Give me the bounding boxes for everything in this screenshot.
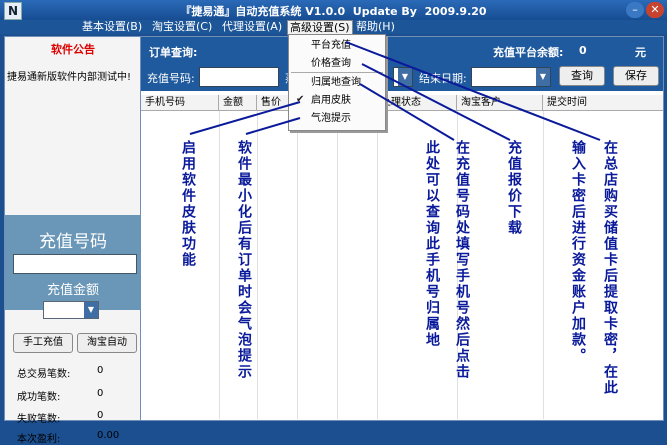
annotation-location-query: 此处可以查询此手机号归属地	[424, 140, 440, 348]
annotation-buy-card: 在总店购买储值卡后提取卡密，在此	[602, 140, 618, 396]
arrow-platform-recharge	[345, 41, 601, 141]
annotation-bubble-tip: 软件最小化后有订单时会气泡提示	[236, 140, 252, 380]
arrow-location-query	[359, 83, 455, 141]
annotation-price-download: 充值报价下载	[506, 140, 522, 236]
annotation-enable-skin: 启用软件皮肤功能	[180, 140, 196, 268]
annotation-add-funds: 输入卡密后进行资金账户加款。	[570, 140, 586, 364]
stat-profit-label: 本次盈利:	[17, 434, 61, 445]
annotation-arrows	[189, 41, 601, 141]
arrow-bubble-tip	[245, 117, 301, 135]
annotation-enter-number: 在充值号码处填写手机号然后点击	[454, 140, 470, 380]
arrow-enable-skin	[189, 101, 301, 135]
stat-profit-value: 0.00	[97, 430, 120, 441]
